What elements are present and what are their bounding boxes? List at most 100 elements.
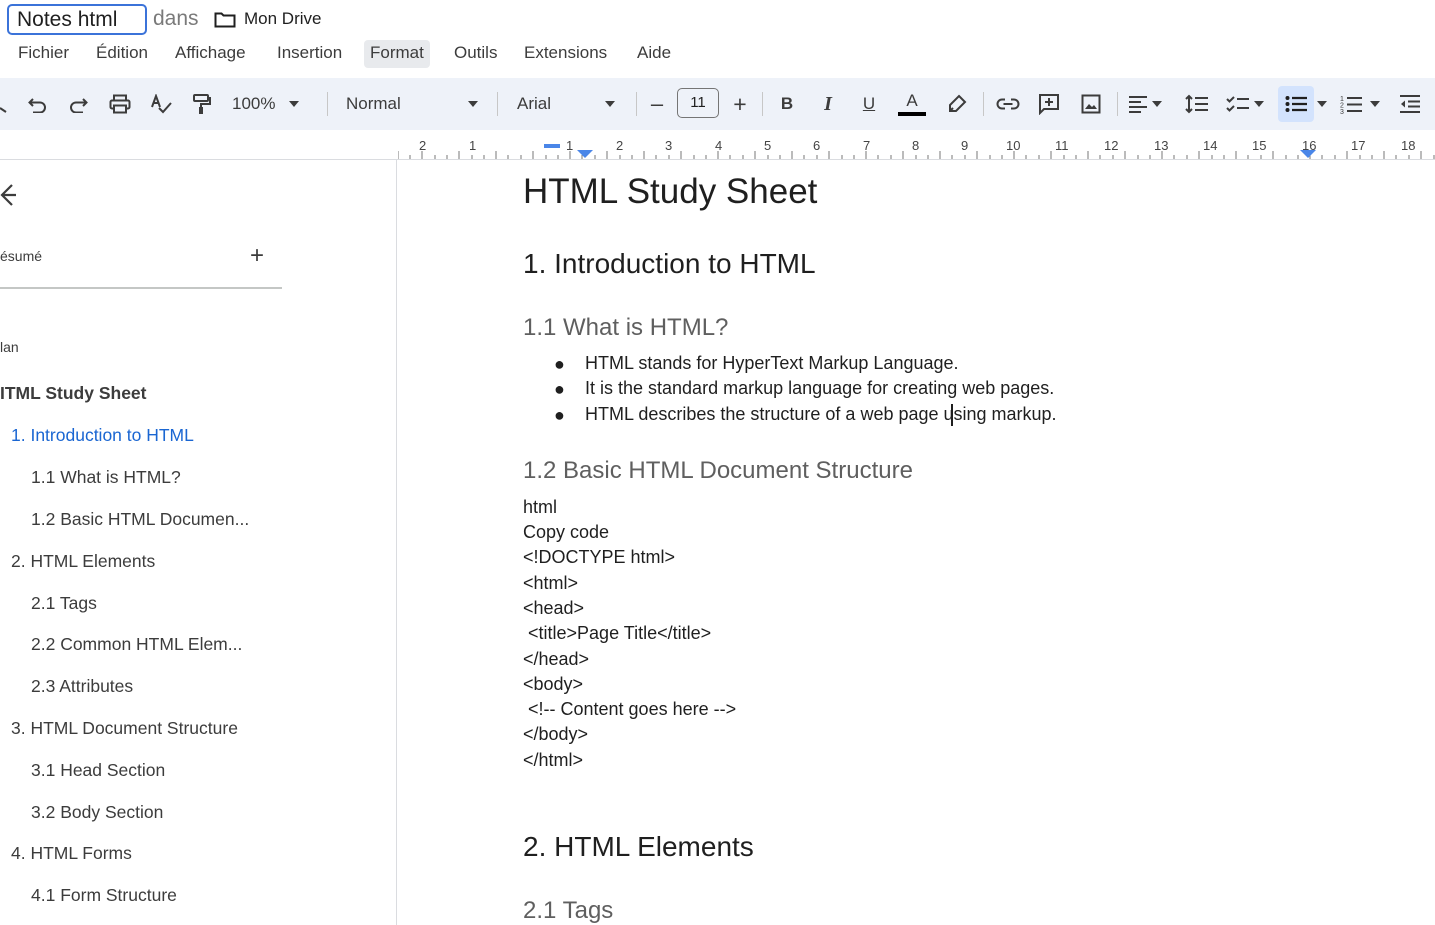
toolbar-divider xyxy=(497,92,498,116)
ruler-number: 8 xyxy=(912,138,920,153)
outline-item-tags[interactable]: 2.1 Tags xyxy=(31,593,97,614)
link-icon[interactable] xyxy=(994,90,1022,118)
title-row: Notes html dans Mon Drive xyxy=(0,0,1435,40)
bullet-item: HTML describes the structure of a web pa… xyxy=(585,404,1057,424)
menu-edition[interactable]: Édition xyxy=(90,40,154,68)
ruler-number: 14 xyxy=(1203,138,1218,153)
ruler-number: 16 xyxy=(1302,138,1317,153)
document-page[interactable]: HTML Study Sheet 1. Introduction to HTML… xyxy=(398,160,1435,925)
outline-item-basic-structure[interactable]: 1.2 Basic HTML Documen... xyxy=(31,509,249,530)
ruler-number: 17 xyxy=(1351,138,1366,153)
text-color-button[interactable]: A xyxy=(897,90,927,118)
indent-icon[interactable] xyxy=(1396,90,1424,118)
numbered-list-icon[interactable]: 123 xyxy=(1340,90,1388,118)
toolbar-divider xyxy=(636,92,637,116)
ruler-number: 12 xyxy=(1104,138,1119,153)
highlighter-icon[interactable] xyxy=(943,90,971,118)
zoom-select[interactable]: 100% xyxy=(232,90,314,118)
menu-aide[interactable]: Aide xyxy=(631,40,677,68)
text-color-glyph: A xyxy=(906,91,918,110)
italic-button[interactable]: I xyxy=(817,90,839,118)
sidebar-divider xyxy=(396,160,397,925)
folder-location-link[interactable]: Mon Drive xyxy=(244,9,321,29)
ruler-number: 18 xyxy=(1401,138,1416,153)
search-menus-icon[interactable] xyxy=(0,90,8,118)
bold-button[interactable]: B xyxy=(776,90,798,118)
underline-button[interactable]: U xyxy=(858,90,880,118)
ruler-number: 13 xyxy=(1154,138,1169,153)
bullet-item: It is the standard markup language for c… xyxy=(585,378,1055,398)
menu-insertion[interactable]: Insertion xyxy=(271,40,348,68)
ruler-number: 15 xyxy=(1252,138,1267,153)
summary-heading: ésumé xyxy=(0,248,43,264)
outline-item-common-elements[interactable]: 2.2 Common HTML Elem... xyxy=(31,634,242,655)
line-spacing-icon[interactable] xyxy=(1183,90,1211,118)
bulleted-list-icon[interactable] xyxy=(1278,86,1314,122)
zoom-value: 100% xyxy=(232,94,276,113)
undo-icon[interactable] xyxy=(24,90,52,118)
outline-item-html-forms[interactable]: 4. HTML Forms xyxy=(11,843,132,864)
bullet-glyph: ● xyxy=(554,354,565,374)
ruler-number: 7 xyxy=(863,138,871,153)
paragraph-style-value: Normal xyxy=(346,94,401,113)
checklist-icon[interactable] xyxy=(1226,90,1274,118)
menu-outils[interactable]: Outils xyxy=(448,40,503,68)
outline-item-head-section[interactable]: 3.1 Head Section xyxy=(31,760,165,781)
code-line: <!-- Content goes here --> xyxy=(523,699,737,719)
folder-icon[interactable] xyxy=(214,11,236,34)
outline-heading: lan xyxy=(0,339,19,355)
chevron-down-icon xyxy=(289,101,300,107)
outline-item-introduction[interactable]: 1. Introduction to HTML xyxy=(11,425,194,446)
ruler-number: 1 xyxy=(566,138,574,153)
font-value: Arial xyxy=(517,94,552,113)
menu-affichage[interactable]: Affichage xyxy=(169,40,252,68)
outline-item-document-structure[interactable]: 3. HTML Document Structure xyxy=(11,718,238,739)
summary-divider xyxy=(0,287,282,289)
align-icon[interactable] xyxy=(1128,90,1172,118)
heading-basic-structure: 1.2 Basic HTML Document Structure xyxy=(523,457,913,484)
font-select[interactable]: Arial xyxy=(517,90,621,118)
first-line-indent-marker xyxy=(544,144,560,148)
doc-title-heading: HTML Study Sheet xyxy=(523,172,818,211)
spellcheck-icon[interactable] xyxy=(147,90,175,118)
document-title-input[interactable]: Notes html xyxy=(7,4,147,35)
toolbar-divider xyxy=(983,92,984,116)
ruler-number: 2 xyxy=(419,138,427,153)
outline-item-attributes[interactable]: 2.3 Attributes xyxy=(31,676,133,697)
print-icon[interactable] xyxy=(106,90,134,118)
code-line: <title>Page Title</title> xyxy=(523,623,712,643)
decrease-font-size-button[interactable]: – xyxy=(646,90,668,118)
menu-fichier[interactable]: Fichier xyxy=(12,40,75,68)
menu-format[interactable]: Format xyxy=(364,40,430,68)
add-summary-button[interactable]: + xyxy=(250,242,264,270)
outline-item-what-is-html[interactable]: 1.1 What is HTML? xyxy=(31,467,181,488)
paint-format-icon[interactable] xyxy=(188,90,216,118)
add-comment-icon[interactable] xyxy=(1035,90,1063,118)
insert-image-icon[interactable] xyxy=(1077,90,1105,118)
ruler-number: 5 xyxy=(764,138,772,153)
code-line: <html> xyxy=(523,573,579,593)
toolbar: 100% Normal Arial – 11 + B I U A 1 2 3 xyxy=(0,78,1435,130)
outline-item-body-section[interactable]: 3.2 Body Section xyxy=(31,802,163,823)
chevron-down-icon xyxy=(468,101,478,107)
location-prefix: dans xyxy=(153,7,199,30)
code-line: <body> xyxy=(523,674,584,694)
menu-extensions[interactable]: Extensions xyxy=(518,40,613,68)
increase-font-size-button[interactable]: + xyxy=(729,90,751,118)
code-line: <head> xyxy=(523,598,585,618)
chevron-down-icon[interactable] xyxy=(1315,90,1329,118)
outline-item-form-structure[interactable]: 4.1 Form Structure xyxy=(31,885,177,906)
redo-icon[interactable] xyxy=(64,90,92,118)
font-size-input[interactable]: 11 xyxy=(677,88,719,118)
code-line: <!DOCTYPE html> xyxy=(523,547,676,567)
outline-item-html-elements[interactable]: 2. HTML Elements xyxy=(11,551,155,572)
outline-item-study-sheet[interactable]: ITML Study Sheet xyxy=(0,383,147,404)
toolbar-divider xyxy=(327,92,328,116)
paragraph-style-select[interactable]: Normal xyxy=(346,90,482,118)
chevron-down-icon xyxy=(1254,101,1264,107)
heading-html-elements: 2. HTML Elements xyxy=(523,831,754,862)
toolbar-divider xyxy=(1117,92,1118,116)
code-line: Copy code xyxy=(523,522,610,542)
text-color-swatch xyxy=(898,112,926,116)
back-arrow-icon[interactable] xyxy=(0,183,16,212)
